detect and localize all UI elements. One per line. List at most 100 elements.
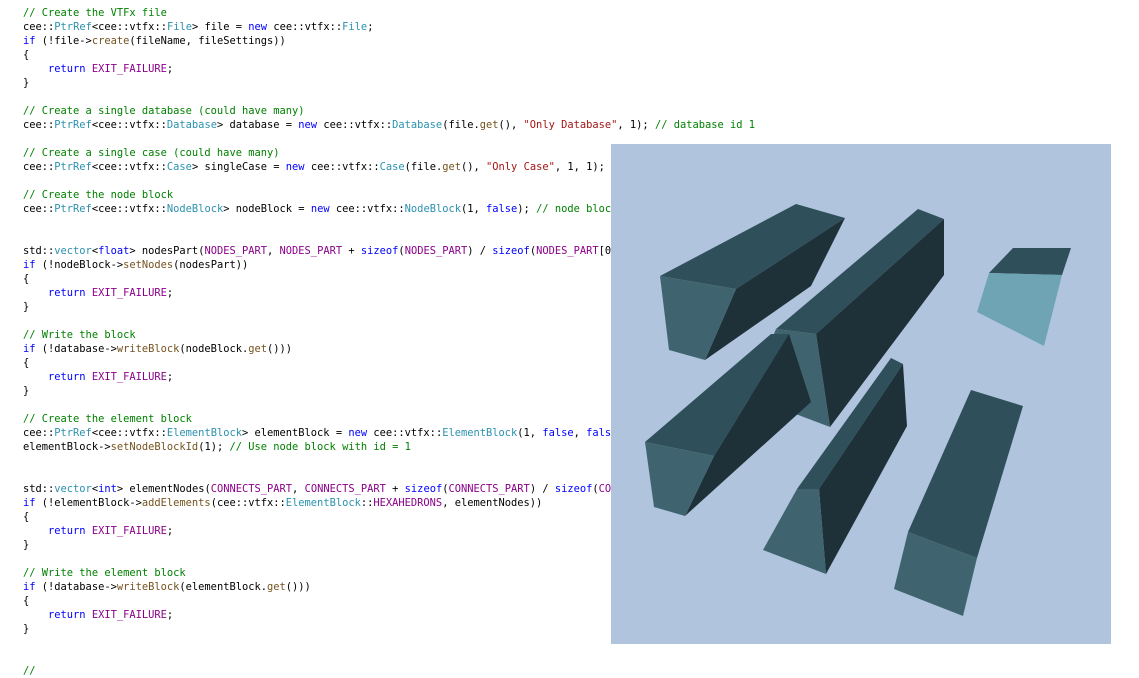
code-token: ::	[41, 21, 55, 33]
code-line: cee::PtrRef<cee::vtfx::NodeBlock> nodeBl…	[23, 202, 636, 216]
code-token: (!database->	[35, 581, 117, 593]
code-line: elementBlock->setNodeBlockId(1); // Use …	[23, 440, 411, 454]
code-token: return	[48, 287, 86, 299]
code-token: cee	[98, 21, 117, 33]
code-token: setNodeBlockId	[110, 441, 199, 453]
code-token: vector	[54, 483, 92, 495]
code-token: }	[23, 623, 30, 635]
code-line: // Write the block	[23, 328, 136, 342]
code-token: HEXAHEDRONS	[373, 497, 443, 509]
code-token: EXIT_FAILURE	[91, 287, 167, 299]
code-line: return EXIT_FAILURE;	[23, 524, 173, 538]
code-token: new	[285, 161, 305, 173]
code-token: // Create the VTFx file	[23, 7, 167, 19]
code-token: > database =	[216, 119, 299, 131]
code-token: ,	[573, 427, 587, 439]
code-token: false	[542, 427, 574, 439]
code-token: (!file->	[35, 35, 92, 47]
code-token: (),	[498, 119, 524, 131]
code-line: {	[23, 272, 29, 286]
code-line: //	[23, 664, 36, 678]
code-line: {	[23, 594, 29, 608]
code-token: NodeBlock	[404, 203, 461, 215]
code-line: std::vector<int> elementNodes(CONNECTS_P…	[23, 482, 636, 496]
code-token: );	[517, 203, 537, 215]
code-line: }	[23, 384, 29, 398]
code-line: cee::PtrRef<cee::vtfx::Database> databas…	[23, 118, 755, 132]
code-token: new	[310, 203, 330, 215]
code-line: if (!file->create(fileName, fileSettings…	[23, 34, 286, 48]
code-line: return EXIT_FAILURE;	[23, 286, 173, 300]
code-token: CONNECTS_PART	[210, 483, 293, 495]
code-token: {	[23, 273, 30, 285]
code-token: new	[298, 119, 318, 131]
code-line: // Create the node block	[23, 188, 173, 202]
code-token: EXIT_FAILURE	[91, 525, 167, 537]
code-token: ElementBlock	[285, 497, 361, 509]
code-line: {	[23, 48, 29, 62]
code-token: // Create a single database (could have …	[23, 105, 305, 117]
code-token: cee::vtfx::	[317, 119, 393, 131]
code-token: vector	[54, 245, 92, 257]
hexahedron-element-6	[977, 248, 1071, 346]
code-line: {	[23, 510, 29, 524]
code-token: (),	[461, 161, 487, 173]
code-token: (!elementBlock->	[35, 497, 142, 509]
code-token: , 1, 1);	[554, 161, 612, 173]
code-token: (!database->	[35, 343, 117, 355]
code-token: (file.	[404, 161, 443, 173]
code-token: {	[23, 49, 30, 61]
code-token: vtfx	[129, 21, 155, 33]
code-token: (1,	[517, 427, 543, 439]
code-token: NODES_PART	[204, 245, 268, 257]
code-token: get	[479, 119, 499, 131]
code-token: // Create the node block	[23, 189, 174, 201]
code-token: {	[23, 511, 30, 523]
code-token: CONNECTS_PART	[304, 483, 386, 495]
hexahedron-element-3	[645, 334, 811, 516]
code-line: {	[23, 356, 29, 370]
code-token: PtrRef	[54, 119, 92, 131]
code-token: +	[385, 483, 405, 495]
code-token: int	[98, 483, 117, 495]
code-token: if	[23, 343, 36, 355]
code-line: cee::PtrRef<cee::vtfx::File> file = new …	[23, 20, 373, 34]
code-token: <cee::vtfx::	[91, 203, 167, 215]
code-token: (1);	[198, 441, 230, 453]
code-line: // Create a single case (could have many…	[23, 146, 279, 160]
code-line: }	[23, 76, 29, 90]
code-token: File	[166, 21, 192, 33]
code-token: return	[48, 63, 86, 75]
code-token: ) /	[467, 245, 493, 257]
code-token: <cee::vtfx::	[91, 161, 167, 173]
code-token: PtrRef	[54, 21, 92, 33]
3d-viewer[interactable]	[611, 144, 1111, 644]
code-token: CONNECTS_PART	[448, 483, 530, 495]
code-token: (nodesPart))	[173, 259, 249, 271]
code-token: <cee::vtfx::	[91, 427, 167, 439]
code-token: ,	[292, 483, 305, 495]
code-token: ()))	[285, 581, 311, 593]
code-token: ,	[267, 245, 280, 257]
code-token: (elementBlock.	[179, 581, 267, 593]
code-token: NODES_PART	[536, 245, 599, 257]
code-token: ;	[166, 525, 174, 537]
code-token: // Write the element block	[23, 567, 186, 579]
code-token: new	[348, 427, 368, 439]
code-token: ::	[116, 21, 130, 33]
code-token: Case	[379, 161, 405, 173]
code-token: false	[486, 203, 518, 215]
code-token: setNodes	[123, 259, 174, 271]
code-token: +	[342, 245, 361, 257]
code-token: // database id 1	[654, 119, 756, 131]
code-token: (file.	[442, 119, 480, 131]
code-token: }	[23, 539, 30, 551]
code-line: if (!nodeBlock->setNodes(nodesPart))	[23, 258, 248, 272]
code-token: sizeof	[554, 483, 593, 495]
code-token: // Write the block	[23, 329, 136, 341]
